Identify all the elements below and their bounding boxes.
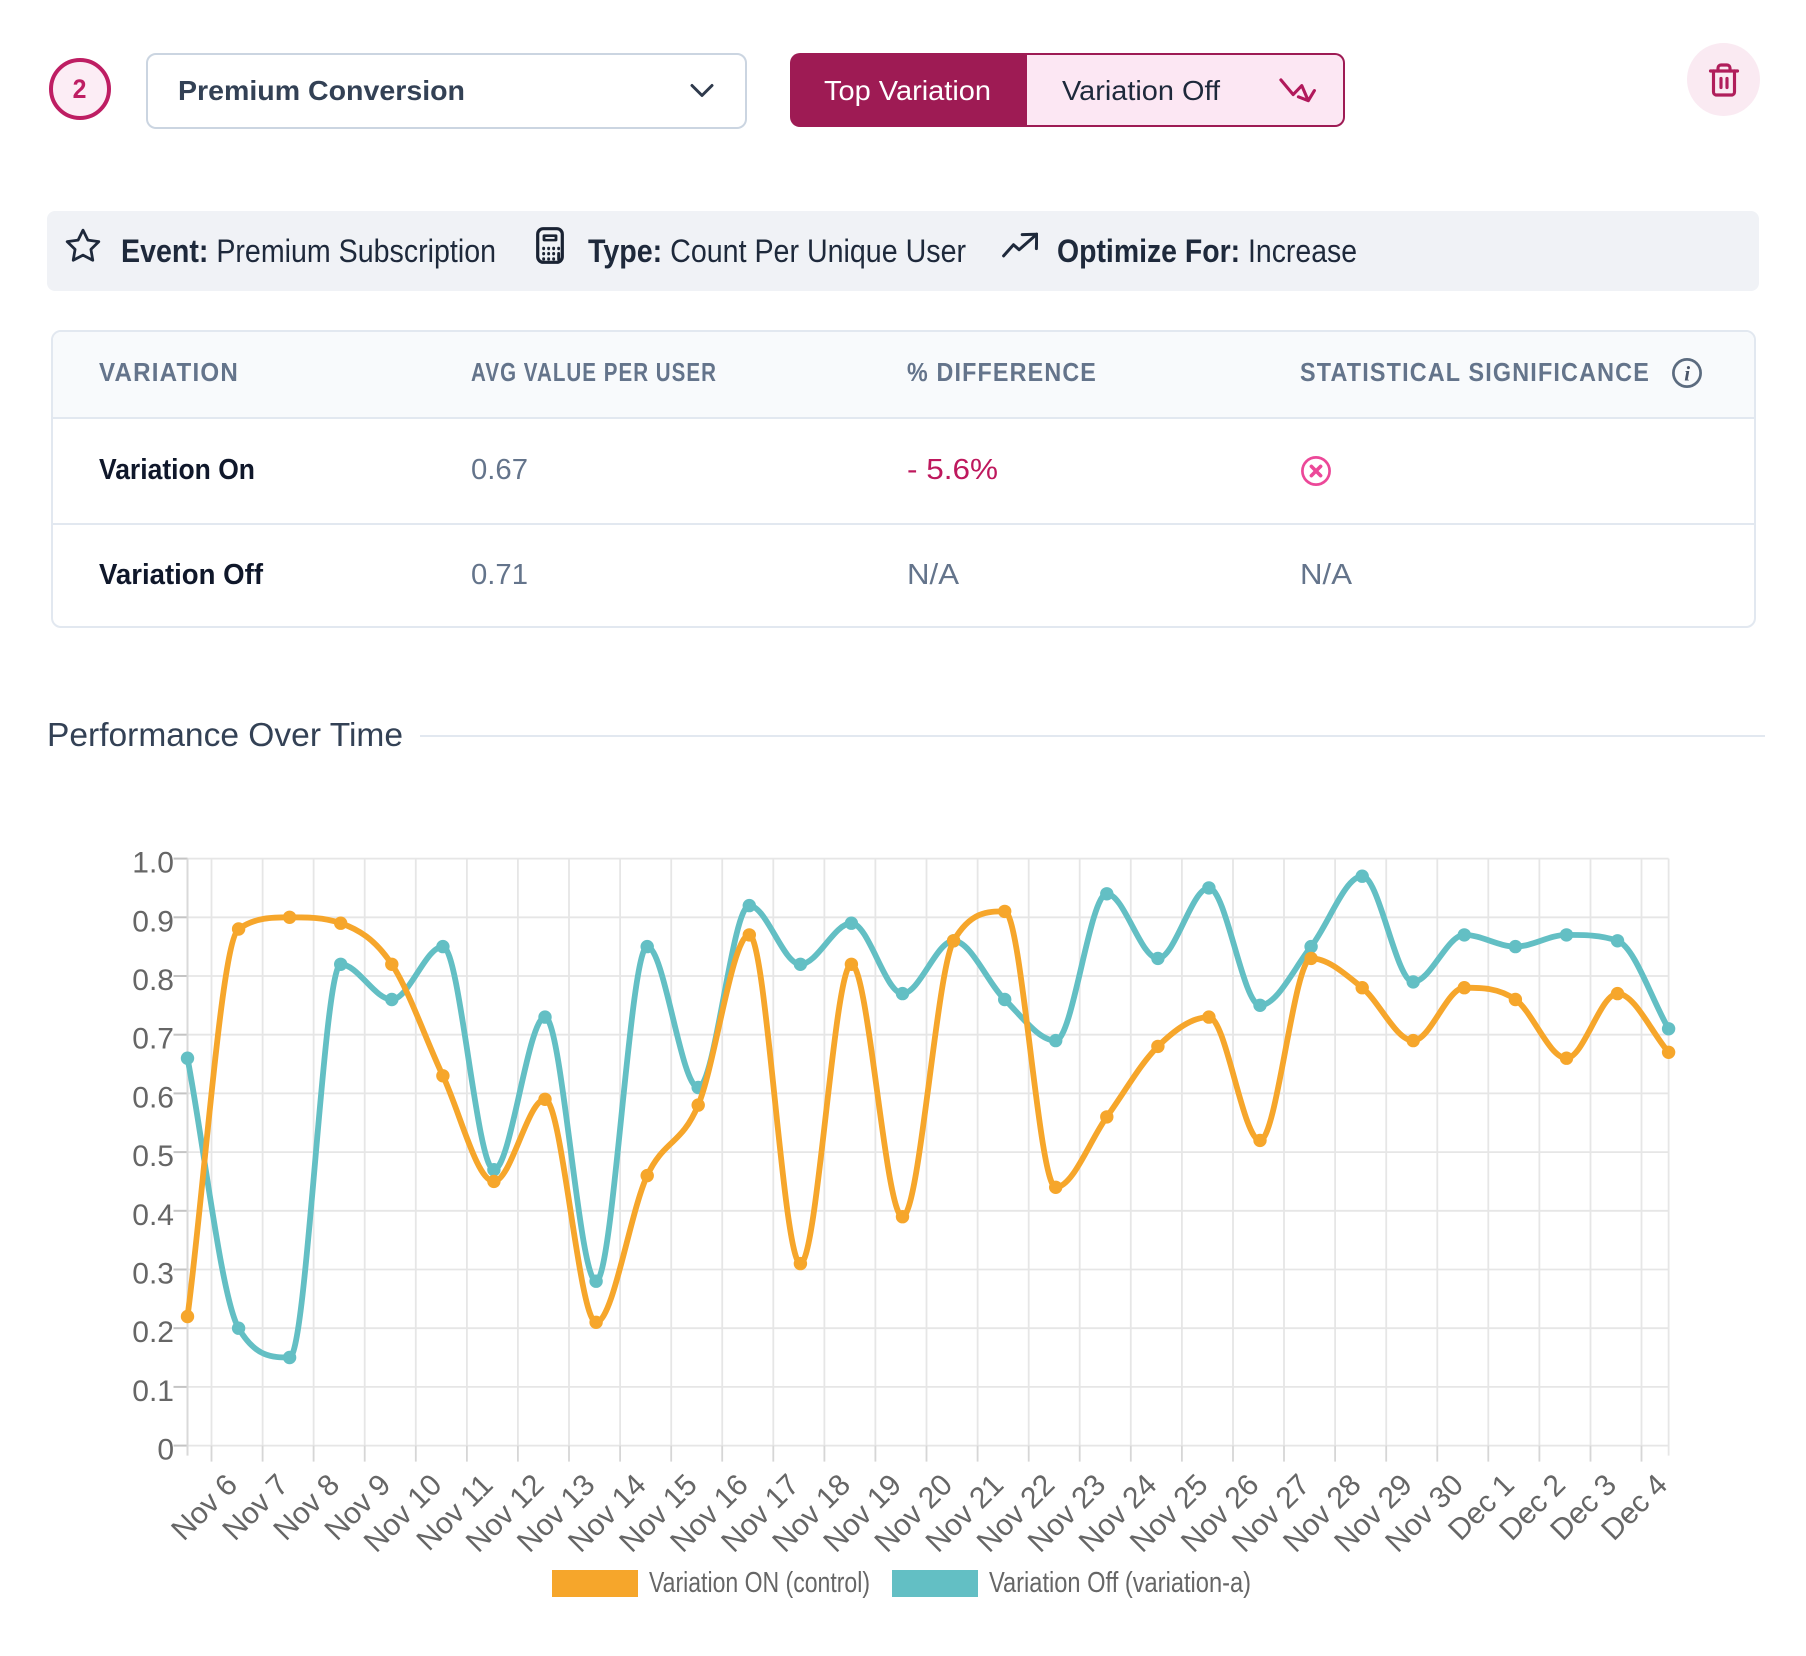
svg-text:0: 0 [157,1434,174,1467]
svg-text:0.1: 0.1 [132,1375,174,1408]
svg-text:0.8: 0.8 [132,964,174,997]
svg-text:0.3: 0.3 [132,1258,174,1291]
svg-text:0.4: 0.4 [132,1199,174,1232]
svg-text:0.5: 0.5 [132,1140,174,1173]
svg-text:0.2: 0.2 [132,1316,174,1349]
svg-text:0.6: 0.6 [132,1081,174,1114]
svg-text:0.9: 0.9 [132,905,174,938]
svg-text:0.7: 0.7 [132,1023,174,1056]
svg-text:1.0: 1.0 [132,847,174,880]
